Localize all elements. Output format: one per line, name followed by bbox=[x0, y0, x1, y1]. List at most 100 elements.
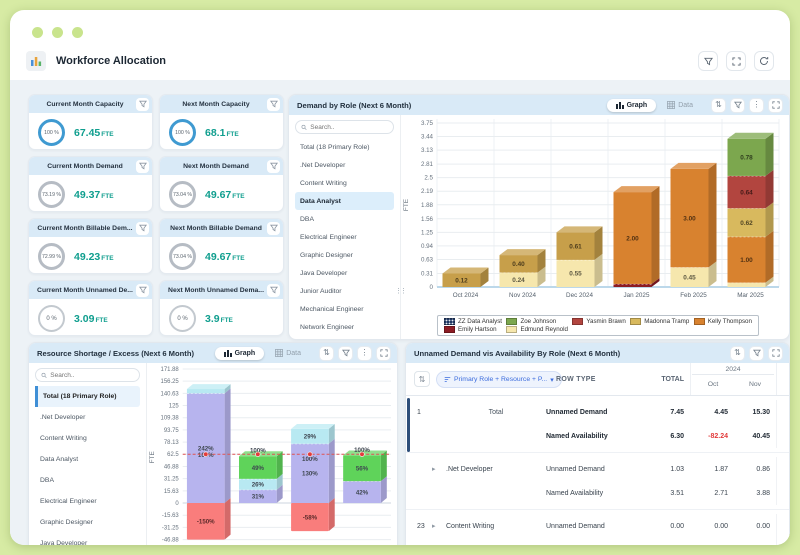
sort-stepper-icon[interactable]: ⇅ bbox=[414, 371, 430, 387]
progress-ring: 72.99 % bbox=[38, 243, 65, 270]
legend-item[interactable]: Zoe Johnson bbox=[506, 318, 567, 325]
fullscreen-icon[interactable] bbox=[768, 345, 783, 361]
search-input[interactable] bbox=[50, 371, 134, 379]
role-item[interactable]: Graphic Designer bbox=[295, 246, 394, 264]
panel-title: Demand by Role (Next 6 Month) bbox=[297, 100, 412, 110]
kpi-value: 49.67FTE bbox=[205, 189, 245, 201]
role-item[interactable]: Mechanical Engineer bbox=[295, 300, 394, 318]
role-item[interactable]: Junior Auditor bbox=[295, 282, 394, 300]
role-item[interactable]: Total (18 Primary Role) bbox=[295, 138, 394, 156]
expand-caret-icon[interactable]: ▸ bbox=[432, 514, 446, 538]
expand-caret-icon[interactable]: ▸ bbox=[432, 457, 446, 481]
filter-icon[interactable] bbox=[267, 221, 280, 235]
role-item[interactable]: Electrical Engineer bbox=[35, 491, 140, 512]
window-dot[interactable] bbox=[32, 27, 43, 38]
role-item[interactable]: Total (18 Primary Role) bbox=[35, 386, 140, 407]
role-item[interactable]: Network Engineer bbox=[295, 318, 394, 336]
role-item[interactable]: Graphic Designer bbox=[35, 512, 140, 533]
chart-legend: ZZ Data Analyst Zoe Johnson Yasmin Brawn Ma… bbox=[437, 315, 759, 336]
window-controls bbox=[32, 27, 83, 38]
role-item[interactable]: Electrical Engineer bbox=[295, 228, 394, 246]
kpi-card-body: 100 % 68.1FTE bbox=[160, 113, 283, 149]
legend-swatch bbox=[444, 318, 455, 325]
filter-icon[interactable] bbox=[267, 283, 280, 297]
legend-item[interactable]: Yasmin Brawn bbox=[572, 318, 626, 325]
svg-text:2.81: 2.81 bbox=[421, 161, 434, 168]
filter-icon[interactable] bbox=[136, 159, 149, 173]
fullscreen-icon[interactable] bbox=[768, 97, 783, 113]
fullscreen-icon[interactable] bbox=[726, 51, 746, 71]
refresh-icon[interactable] bbox=[754, 51, 774, 71]
role-cell[interactable]: Content Writing bbox=[446, 514, 546, 538]
panel-title: Resource Shortage / Excess (Next 6 Month… bbox=[37, 348, 194, 358]
vertical-scrollbar[interactable] bbox=[407, 398, 410, 452]
grouping-pill[interactable]: Primary Role + Resource + P... ▾ bbox=[436, 371, 562, 388]
svg-text:0.31: 0.31 bbox=[421, 270, 434, 277]
filter-icon[interactable] bbox=[749, 345, 764, 361]
role-item[interactable]: Java Developer bbox=[295, 264, 394, 282]
role-item[interactable]: DBA bbox=[35, 470, 140, 491]
legend-item[interactable]: Madonna Tramp bbox=[630, 318, 689, 325]
filter-icon[interactable] bbox=[730, 97, 745, 113]
row-number bbox=[406, 457, 432, 481]
role-item[interactable]: .Net Developer bbox=[35, 407, 140, 428]
legend-label: Edmund Reynold bbox=[520, 326, 568, 333]
svg-text:Oct 2024: Oct 2024 bbox=[453, 292, 479, 299]
svg-text:3.44: 3.44 bbox=[421, 134, 434, 141]
filter-icon[interactable] bbox=[338, 345, 353, 361]
legend-item[interactable]: Emily Hartson bbox=[444, 326, 502, 333]
search-input[interactable] bbox=[310, 123, 388, 131]
search-icon bbox=[301, 124, 307, 130]
role-search bbox=[295, 120, 394, 134]
month-header[interactable]: Nov bbox=[734, 381, 776, 388]
filter-icon[interactable] bbox=[136, 283, 149, 297]
sort-icon[interactable]: ⇅ bbox=[711, 97, 726, 113]
data-toggle-button[interactable]: Data bbox=[266, 347, 310, 360]
svg-text:0.94: 0.94 bbox=[421, 243, 434, 250]
group-label: Total bbox=[488, 408, 504, 416]
year-header: 2024 bbox=[692, 366, 774, 375]
legend-item[interactable]: Kelly Thompson bbox=[693, 318, 752, 325]
role-item[interactable]: Content Writing bbox=[35, 428, 140, 449]
legend-item[interactable]: ZZ Data Analyst bbox=[444, 318, 502, 325]
window-dot[interactable] bbox=[72, 27, 83, 38]
role-item[interactable]: Data Analyst bbox=[295, 192, 394, 210]
filter-icon[interactable] bbox=[267, 97, 280, 111]
role-item[interactable]: Data Analyst bbox=[35, 449, 140, 470]
month-header[interactable]: Oct bbox=[692, 381, 734, 388]
filter-icon[interactable] bbox=[267, 159, 280, 173]
sort-icon[interactable]: ⇅ bbox=[730, 345, 745, 361]
svg-text:-58%: -58% bbox=[303, 514, 318, 521]
kebab-icon[interactable]: ⋮ bbox=[749, 97, 764, 113]
fullscreen-icon[interactable] bbox=[376, 345, 391, 361]
kpi-value: 68.1FTE bbox=[205, 127, 239, 139]
empty-cell bbox=[776, 400, 789, 424]
filter-icon[interactable] bbox=[136, 221, 149, 235]
role-item[interactable]: DBA bbox=[295, 210, 394, 228]
svg-text:0.55: 0.55 bbox=[569, 271, 582, 278]
svg-text:56%: 56% bbox=[356, 466, 369, 473]
kpi-number: 67.45 bbox=[74, 126, 101, 139]
sort-icon[interactable]: ⇅ bbox=[319, 345, 334, 361]
svg-text:29%: 29% bbox=[304, 434, 317, 441]
role-cell[interactable]: .Net Developer bbox=[446, 457, 546, 481]
legend-item[interactable]: Edmund Reynold bbox=[506, 326, 568, 333]
filter-icon[interactable] bbox=[136, 97, 149, 111]
svg-text:125: 125 bbox=[169, 403, 180, 409]
data-toggle-button[interactable]: Data bbox=[658, 99, 702, 112]
kpi-value: 49.37FTE bbox=[74, 189, 114, 201]
table-panel-header: Unnamed Demand vis Availability By Role … bbox=[406, 343, 789, 363]
svg-text:Feb 2025: Feb 2025 bbox=[680, 292, 707, 299]
filter-icon[interactable] bbox=[698, 51, 718, 71]
progress-ring: 73.04 % bbox=[169, 181, 196, 208]
graph-toggle-button[interactable]: Graph bbox=[214, 346, 265, 360]
kebab-icon[interactable]: ⋮ bbox=[357, 345, 372, 361]
search-icon bbox=[41, 372, 47, 378]
table-group: 1 Total Unnamed Demand 7.45 4.45 15.30 Named A… bbox=[406, 396, 789, 453]
role-item[interactable]: Java Developer bbox=[35, 533, 140, 545]
window-dot[interactable] bbox=[52, 27, 63, 38]
resource-shortage-panel: Resource Shortage / Excess (Next 6 Month… bbox=[28, 342, 398, 545]
role-item[interactable]: Content Writing bbox=[295, 174, 394, 192]
graph-toggle-button[interactable]: Graph bbox=[606, 98, 657, 112]
role-item[interactable]: .Net Developer bbox=[295, 156, 394, 174]
